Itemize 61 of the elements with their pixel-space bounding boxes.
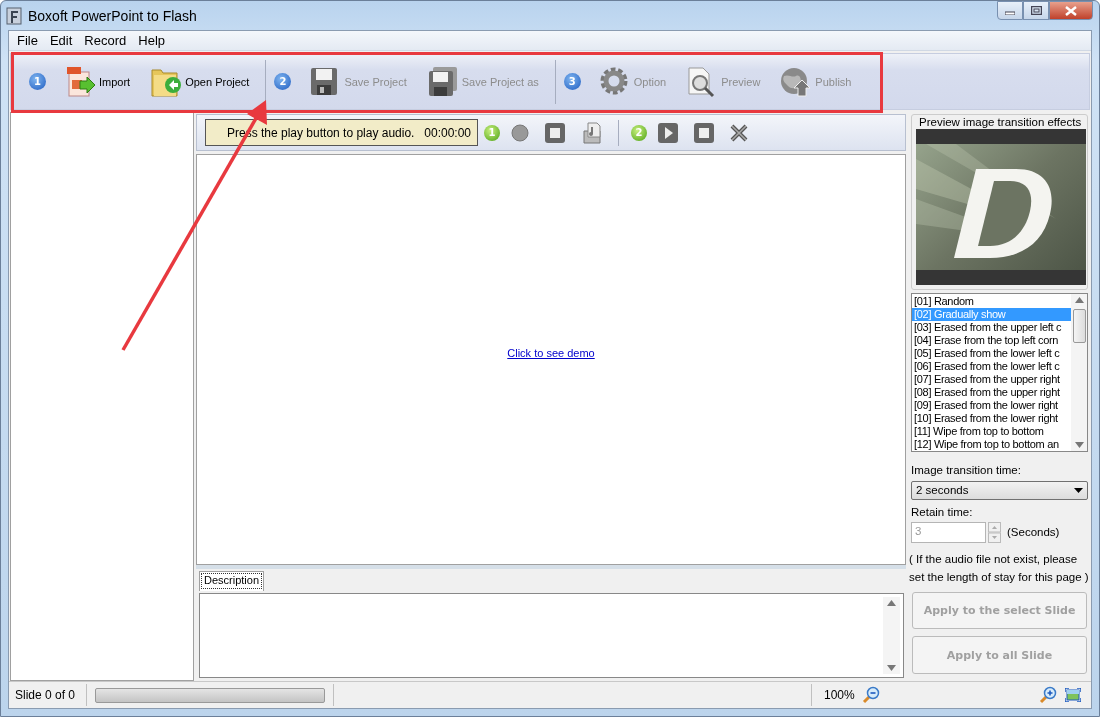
play-icon[interactable]	[657, 121, 679, 144]
window-title: Boxoft PowerPoint to Flash	[28, 7, 197, 24]
stop-icon[interactable]	[544, 121, 566, 144]
audio-import-icon[interactable]	[580, 120, 604, 145]
menu-item[interactable]: Record	[78, 33, 133, 48]
step-number: 1	[484, 124, 500, 141]
unit-label: (Seconds)	[1007, 526, 1060, 538]
list-item[interactable]: [01] Random	[912, 295, 1071, 308]
scroll-down-icon	[1074, 442, 1084, 448]
group-title: Preview image transition effects	[919, 115, 1083, 129]
list-item[interactable]: [11] Wipe from top to bottom	[912, 425, 1071, 438]
cross-icon[interactable]	[729, 122, 749, 143]
slide-counter: Slide 0 of 0	[14, 688, 77, 702]
record-icon[interactable]	[510, 122, 530, 143]
list-item[interactable]: [09] Erased from the lower right	[912, 399, 1071, 412]
menu-item[interactable]: Help	[132, 33, 172, 48]
demo-link[interactable]: Click to see demo	[507, 346, 595, 359]
menu-item[interactable]: Edit	[43, 33, 79, 48]
list-item[interactable]: [12] Wipe from top to bottom an	[912, 438, 1071, 451]
list-item[interactable]: [04] Erase from the top left corn	[912, 334, 1071, 347]
fit-to-window-icon[interactable]	[1065, 688, 1081, 702]
hint-text: ( If the audio file not exist, please set the length of stay for this page )	[909, 551, 1089, 585]
list-item[interactable]: [10] Erased from the lower right	[912, 412, 1071, 425]
toolbar-button[interactable]: Open Project	[140, 61, 260, 102]
step-number: 2	[631, 124, 647, 141]
list-item[interactable]: [08] Erased from the upper right	[912, 386, 1071, 399]
stop-icon[interactable]	[693, 121, 715, 144]
list-item[interactable]: [06] Erased from the lower left c	[912, 360, 1071, 373]
close-icon	[1065, 5, 1077, 16]
zoom-out-icon[interactable]	[861, 686, 880, 704]
app-icon	[6, 6, 22, 25]
field-label: Image transition time:	[911, 464, 1022, 476]
restore-icon	[1030, 6, 1042, 15]
step-number: 2	[274, 73, 292, 90]
step-number: 3	[563, 73, 581, 90]
list-item[interactable]: [05] Erased from the lower left c	[912, 347, 1071, 360]
transition-time-dropdown[interactable]: 2 seconds	[911, 481, 1088, 500]
close-button[interactable]	[1049, 1, 1093, 20]
floppy-stack-icon	[426, 65, 459, 98]
scroll-down-icon	[887, 665, 896, 671]
scroll-up-icon	[1074, 297, 1084, 303]
description-field[interactable]	[199, 593, 904, 678]
zoom-in-icon[interactable]	[1039, 686, 1057, 704]
scroll-thumb[interactable]	[1072, 309, 1086, 343]
step-number: 1	[29, 73, 46, 90]
toolbar-button[interactable]: Import	[54, 61, 141, 102]
scrollbar[interactable]	[1071, 294, 1087, 451]
scrollbar[interactable]	[883, 597, 900, 674]
tab[interactable]: Description	[199, 571, 265, 591]
globe-upload-icon	[780, 65, 813, 98]
caret-icon	[1074, 487, 1083, 493]
scroll-up-icon	[887, 600, 896, 606]
effects-list[interactable]	[911, 293, 1088, 452]
zoom-level: 100%	[824, 688, 855, 702]
maximize-button[interactable]	[1023, 1, 1049, 20]
time-counter: 00:00:00	[424, 125, 471, 140]
list-item[interactable]: [03] Erased from the upper left c	[912, 321, 1071, 334]
menu-item[interactable]: File	[11, 33, 44, 48]
list-item[interactable]: [07] Erased from the upper right	[912, 373, 1071, 386]
import-icon	[64, 65, 96, 98]
field-label: Retain time:	[911, 505, 974, 518]
